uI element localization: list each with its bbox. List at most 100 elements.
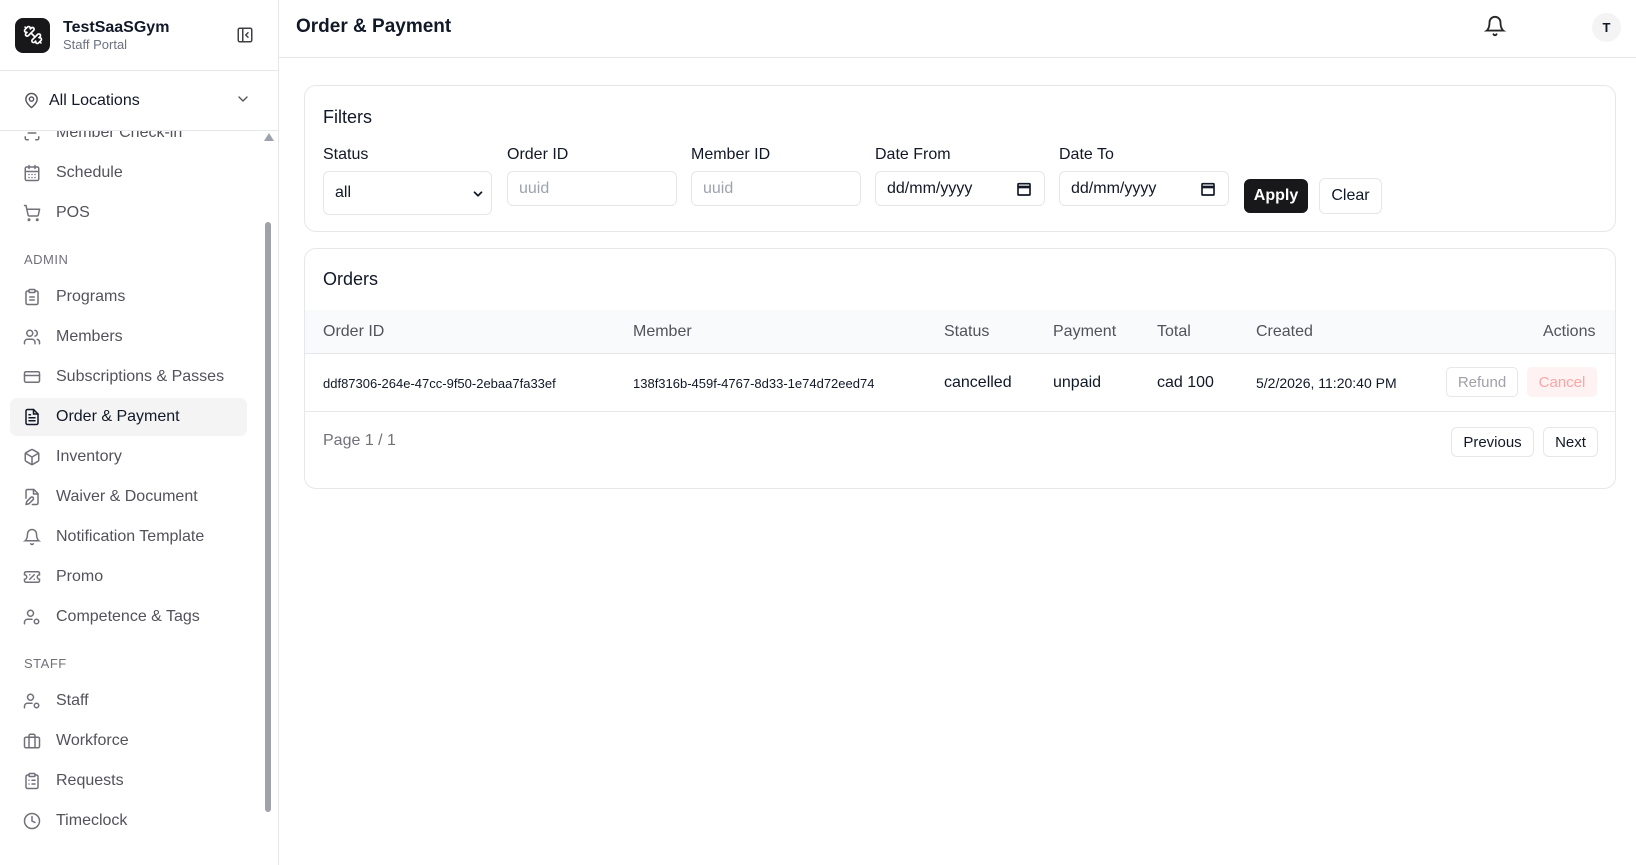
bell-icon <box>1483 16 1507 37</box>
pagination-text: Page 1 / 1 <box>323 432 396 449</box>
table-header: Order ID Member Status Payment Total Cre… <box>305 310 1615 354</box>
sidebar-item-timeclock[interactable]: Timeclock <box>10 802 247 840</box>
filters-card: Filters Status all Order ID uuid Member … <box>304 85 1616 232</box>
sidebar-item-label: Programs <box>56 288 126 305</box>
sidebar-item-schedule[interactable]: Schedule <box>10 154 247 192</box>
app-subtitle: Staff Portal <box>63 36 128 52</box>
column-header-status: Status <box>944 323 990 340</box>
date-from-value: dd/mm/yyyy <box>887 179 973 197</box>
previous-page-button[interactable]: Previous <box>1451 427 1534 457</box>
cell-created: 5/2/2026, 11:20:40 PM <box>1256 375 1397 391</box>
sidebar-item-inventory[interactable]: Inventory <box>10 438 247 476</box>
users-icon <box>23 328 41 346</box>
cell-payment: unpaid <box>1053 374 1102 391</box>
sidebar-item-label: Workforce <box>56 732 129 749</box>
sidebar-item-staff[interactable]: Staff <box>10 682 247 720</box>
sidebar-item-label: Waiver & Document <box>56 488 198 505</box>
date-from-input[interactable]: dd/mm/yyyy <box>875 171 1045 206</box>
clipboard-icon <box>23 288 41 306</box>
refund-button[interactable]: Refund <box>1446 367 1518 397</box>
receipt-icon <box>23 408 41 426</box>
sidebar-item-label: Staff <box>56 692 89 709</box>
order-id-input[interactable]: uuid <box>507 171 677 206</box>
sidebar-item-workforce[interactable]: Workforce <box>10 722 247 760</box>
location-selector[interactable]: All Locations <box>0 70 278 131</box>
sidebar-item-requests[interactable]: Requests <box>10 762 247 800</box>
user-cog-icon <box>23 692 41 710</box>
sidebar-item-members[interactable]: Members <box>10 318 247 356</box>
file-edit-icon <box>23 488 41 506</box>
cell-status: cancelled <box>944 374 1012 391</box>
status-label: Status <box>323 146 369 163</box>
sidebar-item-subscriptions-passes[interactable]: Subscriptions & Passes <box>10 358 247 396</box>
cell-member: 138f316b-459f-4767-8d33-1e74d72eed74 <box>633 376 875 391</box>
cell-total: cad 100 <box>1157 374 1214 391</box>
sidebar-item-programs[interactable]: Programs <box>10 278 247 316</box>
sidebar-item-order-payment[interactable]: Order & Payment <box>10 398 247 436</box>
briefcase-icon <box>23 732 41 750</box>
status-select-value: all <box>335 184 352 201</box>
sidebar-item-label: Member Check-in <box>56 131 183 141</box>
sidebar-item-label: Schedule <box>56 164 123 181</box>
member-id-label: Member ID <box>691 146 771 163</box>
sidebar-scrollbar-thumb[interactable] <box>265 222 271 812</box>
credit-card-icon <box>23 368 41 386</box>
date-to-value: dd/mm/yyyy <box>1071 179 1157 197</box>
brand-logo <box>15 17 50 53</box>
table-row: ddf87306-264e-47cc-9f50-2ebaa7fa33ef 138… <box>305 354 1615 412</box>
sidebar-toggle-button[interactable] <box>234 24 256 46</box>
sidebar-item-label: Notification Template <box>56 528 205 545</box>
status-select[interactable]: all <box>323 171 492 215</box>
sidebar-item-promo[interactable]: Promo <box>10 558 247 596</box>
date-to-input[interactable]: dd/mm/yyyy <box>1059 171 1229 206</box>
column-header-actions: Actions <box>1543 323 1596 340</box>
top-header: Order & Payment T <box>279 0 1636 58</box>
page-title: Order & Payment <box>296 16 452 37</box>
sidebar-item-label: Promo <box>56 568 104 585</box>
sidebar-item-pos[interactable]: POS <box>10 194 247 232</box>
column-header-payment: Payment <box>1053 323 1117 340</box>
sidebar-item-member-check-in[interactable]: Member Check-in <box>10 131 247 152</box>
check-in-icon <box>23 131 41 142</box>
cart-icon <box>23 204 41 222</box>
sidebar: TestSaaSGym Staff Portal All Locations M… <box>0 0 279 865</box>
section-header-staff: STAFF <box>24 656 67 671</box>
notifications-button[interactable] <box>1483 15 1508 39</box>
cancel-order-button[interactable]: Cancel <box>1527 367 1597 397</box>
filters-title: Filters <box>323 107 372 127</box>
scroll-up-arrow[interactable] <box>264 133 274 141</box>
calendar-icon <box>1201 182 1215 196</box>
dumbbell-icon <box>23 25 42 45</box>
next-page-button[interactable]: Next <box>1543 427 1598 457</box>
sidebar-item-notification-template[interactable]: Notification Template <box>10 518 247 556</box>
sidebar-nav: Member Check-in Schedule POS ADMIN Progr… <box>0 131 278 865</box>
date-from-label: Date From <box>875 146 951 163</box>
order-id-label: Order ID <box>507 146 569 163</box>
app-name: TestSaaSGym <box>63 18 170 36</box>
avatar[interactable]: T <box>1592 13 1621 42</box>
orders-card: Orders Order ID Member Status Payment To… <box>304 248 1616 489</box>
bell-icon <box>23 528 41 546</box>
user-tag-icon <box>23 608 41 626</box>
apply-button[interactable]: Apply <box>1244 179 1308 213</box>
sidebar-item-label: Competence & Tags <box>56 608 200 625</box>
sidebar-item-competence-tags[interactable]: Competence & Tags <box>10 598 247 636</box>
calendar-icon <box>23 164 41 182</box>
sidebar-item-label: Members <box>56 328 123 345</box>
column-header-total: Total <box>1157 323 1191 340</box>
column-header-order-id: Order ID <box>323 323 385 340</box>
member-id-input[interactable]: uuid <box>691 171 861 206</box>
chevron-down-icon <box>238 96 248 102</box>
date-to-label: Date To <box>1059 146 1114 163</box>
map-pin-icon <box>25 92 38 109</box>
column-header-member: Member <box>633 323 692 340</box>
sidebar-item-label: Subscriptions & Passes <box>56 368 225 385</box>
calendar-icon <box>1017 182 1031 196</box>
sidebar-item-label: Timeclock <box>56 812 128 829</box>
location-label: All Locations <box>49 91 140 109</box>
sidebar-item-label: Requests <box>56 772 124 789</box>
sidebar-item-waiver-document[interactable]: Waiver & Document <box>10 478 247 516</box>
cell-order-id: ddf87306-264e-47cc-9f50-2ebaa7fa33ef <box>323 376 556 391</box>
panel-left-close-icon <box>237 27 253 43</box>
clear-button[interactable]: Clear <box>1319 178 1382 214</box>
